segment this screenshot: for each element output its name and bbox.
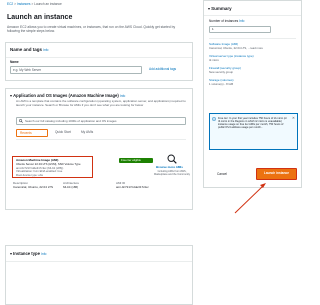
annotation-arrow bbox=[0, 0, 305, 302]
